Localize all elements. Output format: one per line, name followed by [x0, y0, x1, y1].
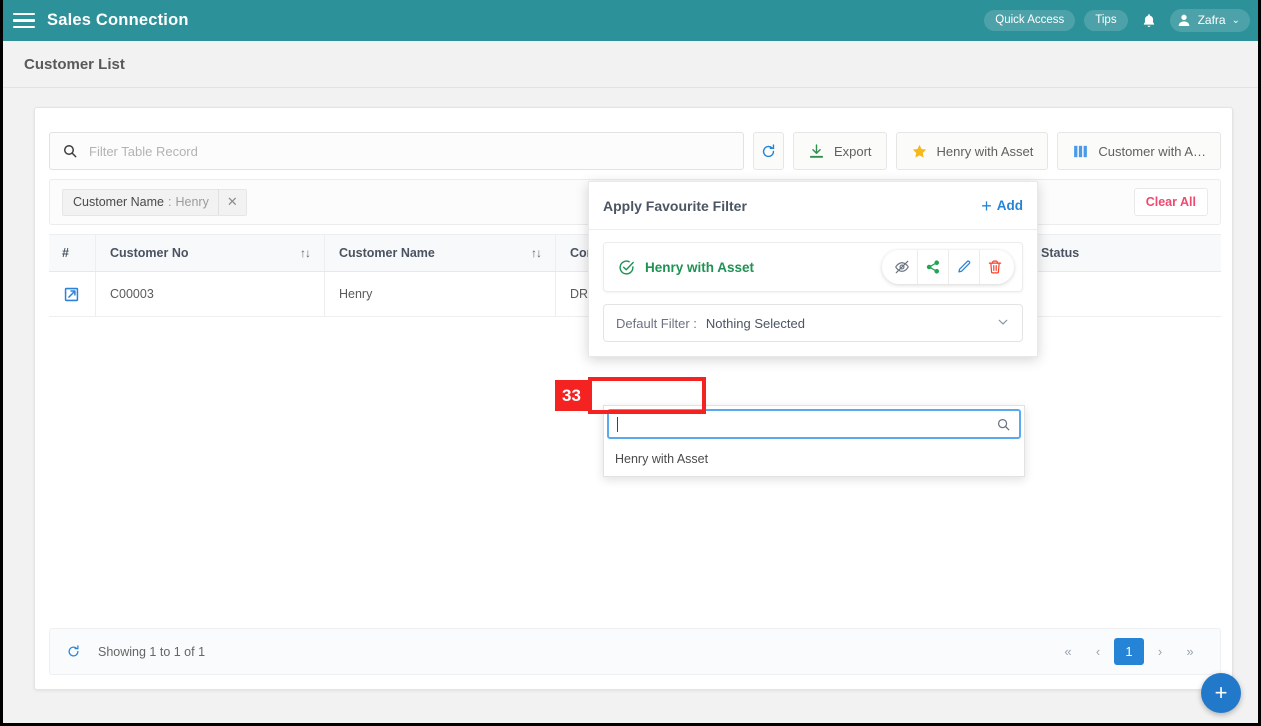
default-filter-select[interactable]: Default Filter : Nothing Selected: [603, 304, 1023, 342]
filter-chip-key: Customer Name: [73, 195, 164, 209]
favourite-panel-title: Apply Favourite Filter: [603, 197, 747, 214]
favourite-filter-item-name: Henry with Asset: [645, 259, 755, 275]
add-favourite-label: Add: [996, 198, 1023, 213]
tips-button[interactable]: Tips: [1084, 10, 1128, 31]
sort-icon[interactable]: ↑↓: [531, 246, 542, 260]
sort-icon[interactable]: ↑↓: [300, 246, 311, 260]
text-cursor: [617, 416, 618, 432]
filter-chip-separator: :: [168, 195, 172, 209]
chevron-down-icon: ⌄: [1231, 14, 1240, 26]
page-header: Customer List: [3, 41, 1258, 88]
star-icon: [912, 144, 926, 158]
external-link-icon: [64, 287, 79, 301]
avatar-icon: [1178, 14, 1189, 26]
add-favourite-button[interactable]: + Add: [981, 197, 1023, 215]
search-input[interactable]: Filter Table Record: [89, 144, 198, 159]
pagination-next[interactable]: ›: [1146, 638, 1174, 665]
app-title: Sales Connection: [47, 11, 189, 29]
default-filter-dropdown: Henry with Asset: [603, 405, 1025, 477]
user-name: Zafra: [1197, 13, 1226, 27]
column-header-customer-no[interactable]: Customer No ↑↓: [96, 246, 324, 260]
cell-customer-no: C00003: [110, 287, 154, 301]
app-window: Sales Connection Quick Access Tips Zafra…: [0, 0, 1261, 726]
clear-all-button[interactable]: Clear All: [1133, 188, 1208, 216]
pagination-prev[interactable]: ‹: [1084, 638, 1112, 665]
search-input-wrapper[interactable]: Filter Table Record: [49, 132, 744, 170]
column-header-customer-no-label: Customer No: [110, 246, 189, 260]
add-customer-fab[interactable]: +: [1201, 673, 1241, 713]
refresh-icon: [762, 143, 775, 157]
quick-access-button[interactable]: Quick Access: [984, 10, 1076, 31]
search-icon: [63, 144, 77, 158]
pagination-page-1[interactable]: 1: [1114, 638, 1144, 665]
export-label: Export: [833, 143, 872, 159]
topbar-actions: Quick Access Tips Zafra ⌄: [984, 9, 1250, 33]
filter-chip-value: Henry: [175, 195, 209, 209]
dropdown-option-henry-with-asset[interactable]: Henry with Asset: [604, 442, 1024, 476]
table-toolbar: Filter Table Record Export Henry with As…: [49, 132, 1221, 170]
dropdown-search-wrapper[interactable]: [607, 409, 1021, 439]
default-filter-label: Default Filter :: [616, 315, 697, 331]
filter-chip-remove-icon[interactable]: ✕: [217, 189, 246, 215]
favourite-panel-body: Henry with Asset Default Filter: Nothin…: [589, 230, 1037, 356]
favourite-filter-label: Henry with Asset: [936, 143, 1034, 159]
edit-icon[interactable]: [948, 250, 979, 284]
column-settings-label: Customer with A…: [1098, 143, 1206, 159]
column-settings-button[interactable]: Customer with A…: [1057, 132, 1221, 170]
download-icon: [809, 143, 824, 158]
pagination-last[interactable]: »: [1176, 638, 1204, 665]
favourite-filter-button[interactable]: Henry with Asset: [895, 132, 1049, 170]
column-header-status[interactable]: Status: [1027, 246, 1221, 260]
page-title: Customer List: [24, 55, 125, 73]
check-circle-icon: [619, 259, 634, 275]
column-header-customer-name[interactable]: Customer Name ↑↓: [325, 246, 555, 260]
favourite-filter-item[interactable]: Henry with Asset: [603, 242, 1023, 292]
search-icon: [997, 418, 1010, 430]
pagination-first[interactable]: «: [1054, 638, 1082, 665]
default-filter-value: Nothing Selected: [705, 315, 805, 331]
pagination: « ‹ 1 › »: [1054, 638, 1204, 665]
showing-text: Showing 1 to 1 of 1: [98, 644, 206, 659]
columns-icon: [1074, 145, 1088, 157]
annotation-step-badge: 33: [555, 380, 588, 411]
column-header-index: #: [62, 246, 69, 260]
filter-chip[interactable]: Customer Name : Henry ✕: [62, 188, 247, 216]
table-footer: Showing 1 to 1 of 1 « ‹ 1 › »: [49, 628, 1221, 675]
top-navigation-bar: Sales Connection Quick Access Tips Zafra…: [3, 0, 1258, 41]
share-icon[interactable]: [917, 250, 948, 284]
user-menu[interactable]: Zafra ⌄: [1169, 9, 1250, 32]
hide-icon[interactable]: [886, 250, 917, 284]
column-header-customer-name-label: Customer Name: [339, 246, 435, 260]
bell-icon[interactable]: [1137, 9, 1161, 33]
favourite-item-actions: [882, 250, 1014, 284]
favourite-panel-header: Apply Favourite Filter + Add: [589, 182, 1037, 230]
plus-icon: +: [981, 195, 992, 216]
delete-icon[interactable]: [979, 250, 1010, 284]
refresh-button[interactable]: [753, 132, 784, 170]
hamburger-menu-icon[interactable]: [13, 12, 35, 30]
export-button[interactable]: Export: [792, 132, 887, 170]
apply-favourite-filter-panel: Apply Favourite Filter + Add Henry with …: [588, 181, 1038, 477]
chevron-down-icon[interactable]: [996, 315, 1010, 332]
cell-customer-name: Henry: [339, 287, 373, 301]
row-open-cell[interactable]: [49, 285, 95, 304]
refresh-icon: [68, 645, 79, 657]
